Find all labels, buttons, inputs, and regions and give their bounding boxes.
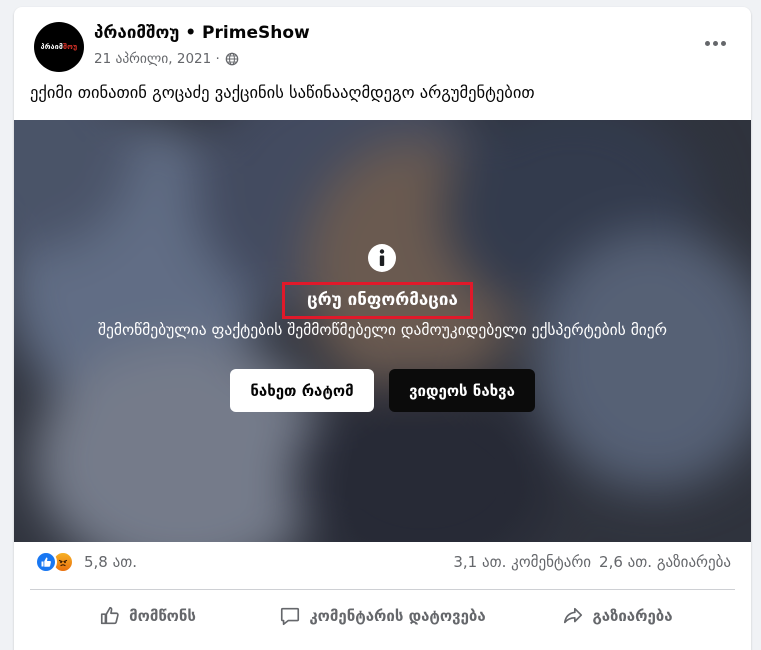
more-horizontal-icon [704,40,710,46]
page-name-link[interactable]: პრაიმშოუ • PrimeShow [94,23,310,43]
actions-divider [30,589,735,590]
comment-button[interactable]: კომენტარის დატოვება [265,596,500,636]
share-arrow-icon [564,607,583,624]
watch-video-button[interactable]: ვიდეოს ნახვა [389,369,535,412]
post-card: პრაიმშოუ პრაიმშოუ • PrimeShow 21 აპრილი,… [14,7,751,650]
reaction-count: 5,8 ათ. [84,553,138,571]
avatar-logo-red: შოუ [63,43,78,51]
like-button-label: მომწონს [129,607,196,625]
more-options-button[interactable] [701,31,729,55]
post-date[interactable]: 21 აპრილი, 2021 · [94,51,220,67]
video-media[interactable]: ცრუ ინფორმაცია შემოწმებულია ფაქტების შემ… [14,120,751,542]
post-text: ექიმი თინათინ გოცაძე ვაქცინის საწინააღმდ… [30,83,535,102]
false-information-label: ცრუ ინფორმაცია [307,290,458,310]
like-button[interactable]: მომწონს [30,596,265,636]
page-avatar[interactable]: პრაიმშოუ [34,22,84,72]
reactions-summary[interactable]: 5,8 ათ. [35,550,137,574]
share-button-label: გაზიარება [592,607,673,625]
comments-count-link[interactable]: 3,1 ათ. კომენტარი [453,553,591,571]
avatar-logo: პრაიმშოუ [41,43,78,51]
comment-button-label: კომენტარის დატოვება [309,607,486,625]
post-actions-bar: მომწონს კომენტარის დატოვება გაზიარება [30,596,735,636]
fact-check-description: შემოწმებულია ფაქტების შემმოწმებელი დამოუ… [97,321,668,339]
see-why-button[interactable]: ნახეთ რატომ [230,369,374,412]
more-dot [712,40,718,46]
globe-icon[interactable] [225,52,239,66]
avatar-logo-white: პრაიმ [40,43,64,51]
info-icon [368,244,396,272]
share-button[interactable]: გაზიარება [500,596,735,636]
like-reaction-icon [35,551,57,573]
comment-icon [281,607,300,626]
engagement-stats: 3,1 ათ. კომენტარი 2,6 ათ. გაზიარება [453,553,731,571]
post-meta: 21 აპრილი, 2021 · [94,51,239,67]
thumbs-up-icon [101,606,119,625]
more-dot [720,40,726,46]
shares-count-link[interactable]: 2,6 ათ. გაზიარება [599,553,731,571]
